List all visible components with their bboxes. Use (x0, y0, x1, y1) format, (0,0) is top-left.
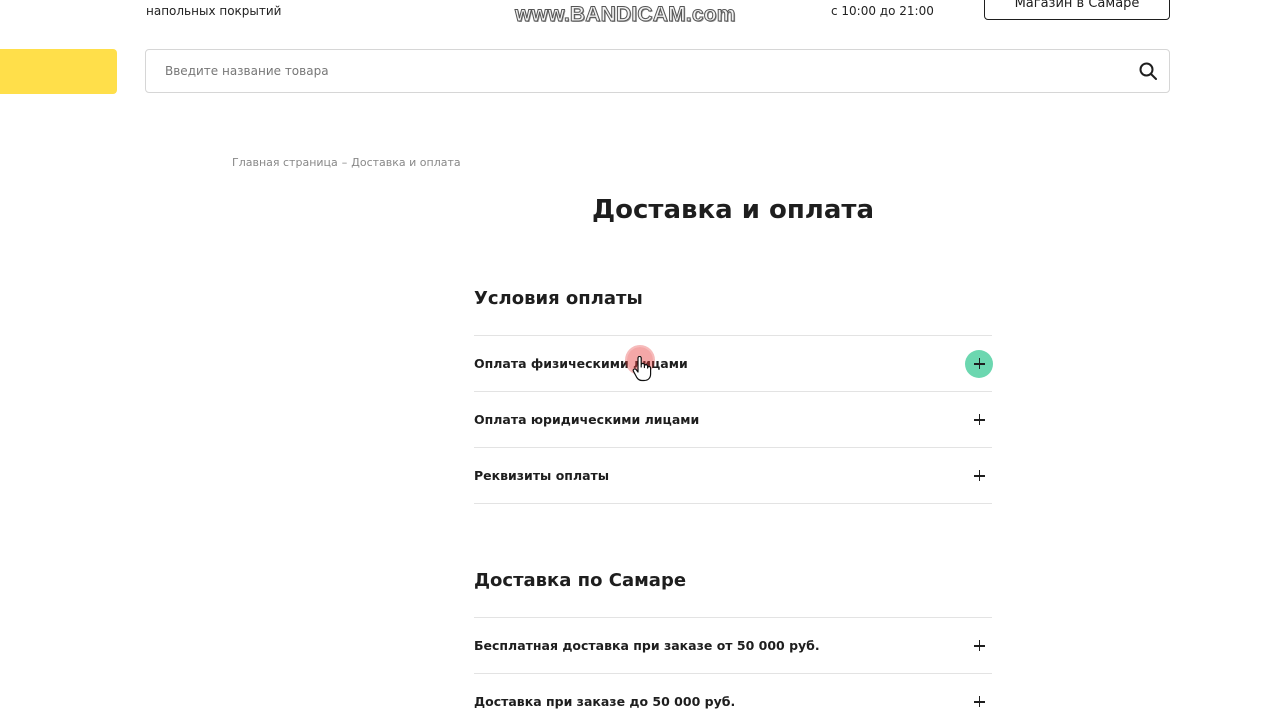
page-title: Доставка и оплата (591, 195, 875, 225)
header-subtitle: напольных покрытий (146, 4, 282, 18)
breadcrumb-home-link[interactable]: Главная страница (232, 156, 338, 169)
work-hours: с 10:00 до 21:00 (831, 4, 934, 18)
plus-icon[interactable] (965, 688, 993, 716)
accordion-item-label: Реквизиты оплаты (474, 468, 610, 483)
breadcrumb-current: Доставка и оплата (351, 156, 461, 169)
accordion-payment: Оплата физическими лицами Оплата юридиче… (474, 335, 993, 504)
breadcrumb-separator: – (341, 156, 348, 169)
accordion-item[interactable]: Бесплатная доставка при заказе от 50 000… (474, 618, 992, 674)
catalog-button[interactable] (0, 49, 117, 94)
recording-watermark: www.BANDICAM.com (515, 3, 736, 27)
accordion-item[interactable]: Реквизиты оплаты (474, 448, 992, 504)
accordion-item-label: Оплата юридическими лицами (474, 412, 700, 427)
plus-icon[interactable] (965, 349, 993, 378)
accordion-item-label: Доставка при заказе до 50 000 руб. (474, 694, 736, 709)
plus-icon[interactable] (965, 632, 993, 660)
accordion-item[interactable]: Оплата юридическими лицами (474, 392, 992, 448)
plus-icon[interactable] (965, 462, 993, 490)
page: напольных покрытий www.BANDICAM.com с 10… (0, 0, 1280, 720)
accordion-delivery: Бесплатная доставка при заказе от 50 000… (474, 617, 992, 720)
plus-icon[interactable] (965, 406, 993, 434)
section-title-delivery: Доставка по Самаре (474, 570, 687, 591)
search-input[interactable] (146, 63, 1137, 79)
accordion-item[interactable]: Оплата физическими лицами (474, 336, 993, 392)
breadcrumb: Главная страница – Доставка и оплата (232, 156, 461, 169)
search-bar (145, 49, 1170, 93)
accordion-item[interactable]: Доставка при заказе до 50 000 руб. (474, 674, 992, 720)
accordion-item-label: Бесплатная доставка при заказе от 50 000… (474, 638, 820, 653)
accordion-item-label: Оплата физическими лицами (474, 356, 688, 371)
search-icon[interactable] (1137, 60, 1159, 82)
section-title-payment: Условия оплаты (474, 288, 643, 309)
hand-pointer-icon (632, 355, 652, 386)
store-button[interactable]: Магазин в Самаре (984, 0, 1170, 20)
